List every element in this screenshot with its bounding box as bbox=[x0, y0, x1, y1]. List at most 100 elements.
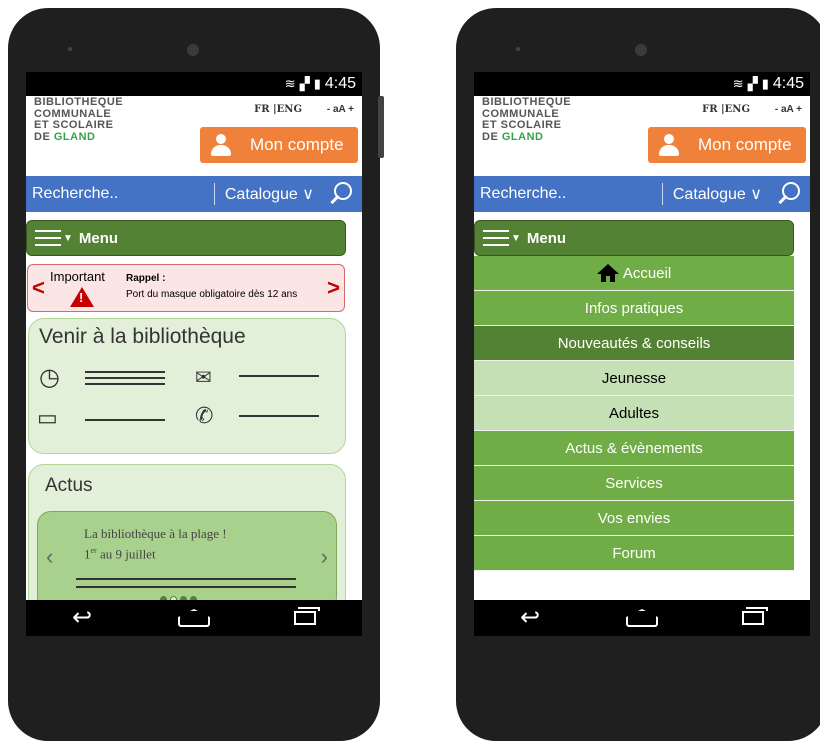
menu-item-label: Forum bbox=[612, 544, 656, 562]
slide-title: La bibliothèque à la plage ! bbox=[84, 526, 227, 541]
library-logo[interactable]: BIBLIOTHEQUE COMMUNALE ET SCOLAIRE DE GL… bbox=[34, 96, 123, 144]
clock-icon: ◷ bbox=[39, 364, 60, 391]
account-label: Mon compte bbox=[250, 135, 344, 154]
chevron-down-icon: ∨ bbox=[302, 186, 314, 203]
caret-down-icon: ▼ bbox=[511, 232, 521, 244]
logo-highlight: GLAND bbox=[53, 130, 96, 143]
submenu-item-adultes[interactable]: Adultes bbox=[474, 396, 794, 431]
menu-item-vos-envies[interactable]: Vos envies bbox=[474, 501, 794, 536]
signal-icon: ▞ bbox=[747, 76, 758, 91]
menu-item-actus-evenements[interactable]: Actus & évènements bbox=[474, 431, 794, 466]
menu-label: Menu bbox=[78, 229, 119, 247]
wifi-icon: ≋ bbox=[732, 76, 744, 91]
menu-item-nouveautes-conseils[interactable]: Nouveautés & conseils bbox=[474, 326, 794, 361]
catalogue-select[interactable]: Catalogue ∨ bbox=[225, 184, 314, 204]
visit-title: Venir à la bibliothèque bbox=[39, 325, 246, 348]
android-nav-bar: ↩ bbox=[26, 600, 362, 636]
back-icon[interactable]: ↩ bbox=[62, 605, 102, 631]
logo-line: DE GLAND bbox=[34, 130, 123, 144]
menu-toggle[interactable]: ▼ Menu bbox=[26, 220, 346, 256]
slide-date: 1er au 9 juillet bbox=[84, 546, 156, 562]
language-switch[interactable]: FR |ENG bbox=[254, 104, 302, 115]
text-size-control[interactable]: - aA + bbox=[327, 104, 354, 115]
sensor-dot bbox=[68, 47, 72, 51]
text-line bbox=[76, 578, 296, 580]
news-card: Actus ‹ La bibliothèque à la plage ! 1er… bbox=[28, 464, 346, 618]
phone-frame-home: ≋ ▞ ▮ 4:45 BIBLIOTHEQUE COMMUNALE ET SCO… bbox=[8, 8, 384, 741]
menu-item-label: Adultes bbox=[608, 404, 660, 422]
text-line bbox=[76, 586, 296, 588]
news-carousel[interactable]: ‹ La bibliothèque à la plage ! 1er au 9 … bbox=[37, 511, 337, 611]
divider bbox=[661, 183, 663, 205]
search-icon[interactable] bbox=[322, 179, 356, 209]
menu-item-infos-pratiques[interactable]: Infos pratiques bbox=[474, 291, 794, 326]
menu-toggle[interactable]: ▼ Menu bbox=[474, 220, 794, 256]
user-icon bbox=[658, 134, 680, 156]
chevron-left-icon[interactable]: < bbox=[32, 277, 45, 299]
chevron-right-icon[interactable]: › bbox=[321, 546, 328, 568]
menu-label: Menu bbox=[526, 229, 567, 247]
recents-icon[interactable] bbox=[734, 605, 774, 631]
phone-icon: ✆ bbox=[195, 403, 214, 428]
catalogue-select[interactable]: Catalogue ∨ bbox=[673, 184, 762, 204]
android-nav-bar: ↩ bbox=[474, 600, 810, 636]
header: BIBLIOTHEQUE COMMUNALE ET SCOLAIRE DE GL… bbox=[474, 96, 810, 163]
hamburger-icon bbox=[483, 225, 509, 251]
status-bar: ≋ ▞ ▮ 4:45 bbox=[26, 72, 362, 96]
alert-banner: < Important ! Rappel : Port du masque ob… bbox=[27, 264, 345, 312]
text-size-control[interactable]: - aA + bbox=[775, 104, 802, 115]
menu-item-forum[interactable]: Forum bbox=[474, 536, 794, 571]
search-icon[interactable] bbox=[770, 179, 804, 209]
chevron-left-icon[interactable]: ‹ bbox=[46, 546, 53, 568]
search-input[interactable]: Recherche.. bbox=[480, 185, 566, 203]
alert-title: Rappel : bbox=[126, 273, 166, 284]
back-icon[interactable]: ↩ bbox=[510, 605, 550, 631]
signal-icon: ▞ bbox=[299, 76, 310, 91]
screen-menu: ≋ ▞ ▮ 4:45 BIBLIOTHEQUE COMMUNALE ET SCO… bbox=[474, 72, 810, 636]
menu-item-label: Jeunesse bbox=[601, 369, 667, 387]
user-icon bbox=[210, 134, 232, 156]
menu-item-label: Accueil bbox=[622, 264, 672, 282]
date-rest: au 9 juillet bbox=[96, 546, 156, 562]
menu-item-label: Services bbox=[605, 474, 663, 492]
logo-prefix: DE bbox=[482, 130, 499, 143]
home-icon[interactable] bbox=[622, 605, 662, 631]
visit-card[interactable]: Venir à la bibliothèque ◷ ✉ ▭ ✆ bbox=[28, 318, 346, 454]
sensor-dot bbox=[516, 47, 520, 51]
hours-placeholder bbox=[85, 371, 165, 389]
clock: 4:45 bbox=[324, 75, 356, 92]
side-button bbox=[378, 96, 384, 158]
chevron-right-icon[interactable]: > bbox=[327, 277, 340, 299]
menu-item-label: Infos pratiques bbox=[584, 299, 684, 317]
logo-line: DE GLAND bbox=[482, 130, 571, 144]
menu-item-accueil[interactable]: Accueil bbox=[474, 256, 794, 291]
account-button[interactable]: Mon compte bbox=[648, 127, 806, 163]
account-button[interactable]: Mon compte bbox=[200, 127, 358, 163]
menu-item-label: Nouveautés & conseils bbox=[557, 334, 711, 352]
menu-list: Accueil Infos pratiques Nouveautés & con… bbox=[474, 256, 794, 571]
wifi-icon: ≋ bbox=[284, 76, 296, 91]
front-camera bbox=[635, 44, 647, 56]
phone-placeholder bbox=[239, 415, 319, 421]
hamburger-icon bbox=[35, 225, 61, 251]
map-icon: ▭ bbox=[37, 405, 58, 430]
menu-item-label: Actus & évènements bbox=[565, 439, 703, 457]
mail-icon: ✉ bbox=[195, 367, 212, 389]
recents-icon[interactable] bbox=[286, 605, 326, 631]
home-icon[interactable] bbox=[174, 605, 214, 631]
search-bar: Recherche.. Catalogue ∨ bbox=[26, 176, 362, 212]
submenu-item-jeunesse[interactable]: Jeunesse bbox=[474, 361, 794, 396]
menu-item-label: Vos envies bbox=[597, 509, 671, 527]
logo-highlight: GLAND bbox=[501, 130, 544, 143]
home-icon bbox=[596, 264, 619, 282]
library-logo[interactable]: BIBLIOTHEQUE COMMUNALE ET SCOLAIRE DE GL… bbox=[482, 96, 571, 144]
language-switch[interactable]: FR |ENG bbox=[702, 104, 750, 115]
chevron-down-icon: ∨ bbox=[750, 186, 762, 203]
search-input[interactable]: Recherche.. bbox=[32, 185, 118, 203]
warning-icon: ! bbox=[70, 287, 94, 307]
account-label: Mon compte bbox=[698, 135, 792, 154]
divider bbox=[213, 183, 215, 205]
status-bar: ≋ ▞ ▮ 4:45 bbox=[474, 72, 810, 96]
battery-icon: ▮ bbox=[761, 76, 769, 91]
menu-item-services[interactable]: Services bbox=[474, 466, 794, 501]
